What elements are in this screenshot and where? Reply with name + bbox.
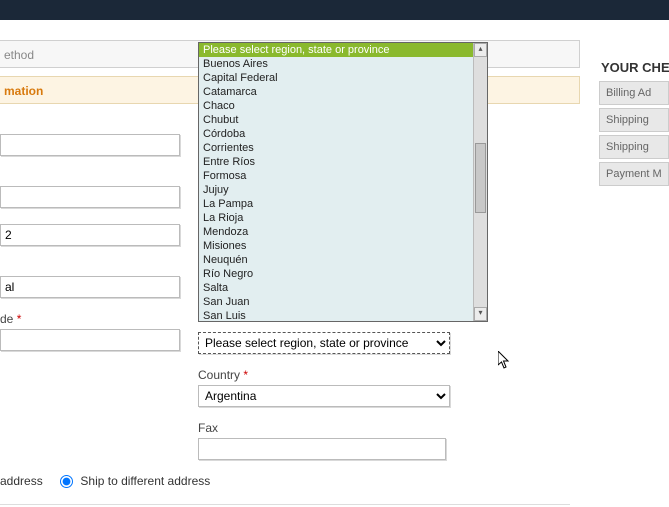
region-option[interactable]: Río Negro	[199, 267, 475, 281]
region-dropdown-list[interactable]: Please select region, state or provinceB…	[198, 42, 488, 322]
region-option[interactable]: Buenos Aires	[199, 57, 475, 71]
progress-step[interactable]: Shipping	[599, 135, 669, 159]
country-label: Country *	[198, 368, 453, 382]
region-option[interactable]: Mendoza	[199, 225, 475, 239]
text-field-2[interactable]	[0, 186, 180, 208]
region-option[interactable]: Salta	[199, 281, 475, 295]
region-option[interactable]: Chaco	[199, 99, 475, 113]
region-option[interactable]: Córdoba	[199, 127, 475, 141]
region-option[interactable]: Entre Ríos	[199, 155, 475, 169]
zip-input[interactable]	[0, 329, 180, 351]
ship-to-different-radio[interactable]	[60, 475, 73, 488]
ship-to-this-radio-label[interactable]: address	[0, 474, 46, 488]
fax-label: Fax	[198, 421, 453, 435]
ship-to-radios: address Ship to different address	[0, 474, 224, 488]
region-option[interactable]: Corrientes	[199, 141, 475, 155]
region-option[interactable]: La Rioja	[199, 211, 475, 225]
dropdown-scrollbar[interactable]: ▴ ▾	[473, 43, 487, 321]
region-option[interactable]: Capital Federal	[199, 71, 475, 85]
text-field-1[interactable]	[0, 134, 180, 156]
region-option[interactable]: Chubut	[199, 113, 475, 127]
region-option[interactable]: La Pampa	[199, 197, 475, 211]
region-option[interactable]: Please select region, state or province	[199, 43, 475, 57]
region-option[interactable]: Jujuy	[199, 183, 475, 197]
mouse-cursor-icon	[498, 351, 512, 374]
progress-step[interactable]: Payment M	[599, 162, 669, 186]
scroll-up-button[interactable]: ▴	[474, 43, 487, 57]
region-option[interactable]: Formosa	[199, 169, 475, 183]
region-option[interactable]: San Luis	[199, 309, 475, 322]
region-select[interactable]: Please select region, state or province	[198, 332, 450, 354]
ship-to-different-radio-label[interactable]: Ship to different address	[60, 474, 210, 488]
checkout-progress-sidebar: YOUR CHEC Billing Ad Shipping Shipping Paym…	[599, 40, 669, 189]
top-nav-bar	[0, 0, 669, 20]
region-option[interactable]: Catamarca	[199, 85, 475, 99]
country-select[interactable]: Argentina	[198, 385, 450, 407]
text-field-3[interactable]	[0, 224, 180, 246]
region-option[interactable]: San Juan	[199, 295, 475, 309]
progress-step[interactable]: Shipping	[599, 108, 669, 132]
scroll-thumb[interactable]	[475, 143, 486, 213]
text-field-4[interactable]	[0, 276, 180, 298]
region-option[interactable]: Neuquén	[199, 253, 475, 267]
scroll-down-button[interactable]: ▾	[474, 307, 487, 321]
form-left-column: de *	[0, 114, 190, 365]
divider	[0, 504, 570, 505]
region-option[interactable]: Misiones	[199, 239, 475, 253]
progress-step[interactable]: Billing Ad	[599, 81, 669, 105]
progress-title: YOUR CHEC	[601, 60, 669, 75]
fax-input[interactable]	[198, 438, 446, 460]
zip-label: de *	[0, 312, 190, 326]
